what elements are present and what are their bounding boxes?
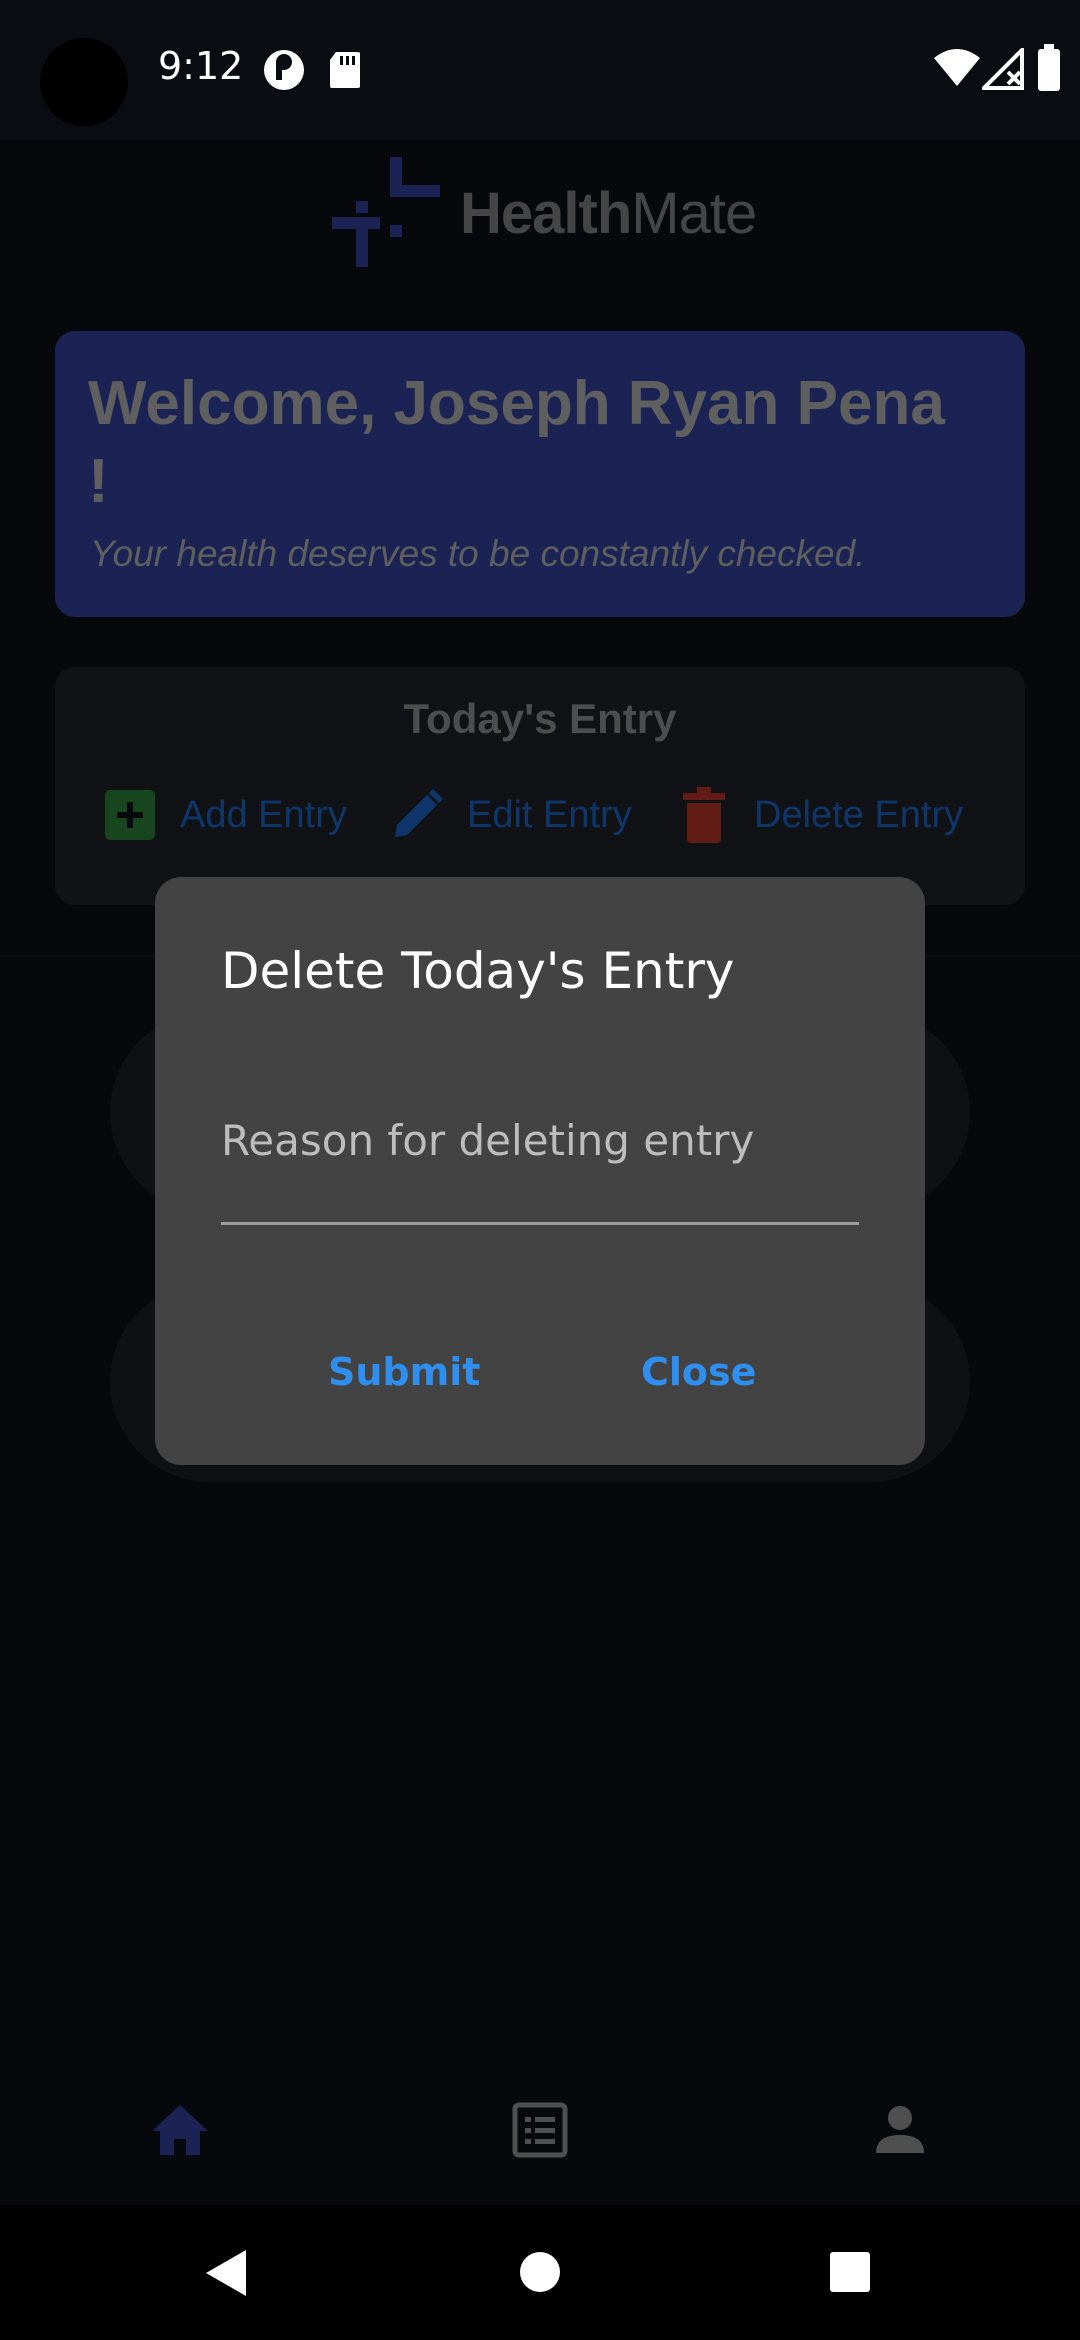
dialog-title: Delete Today's Entry xyxy=(221,942,735,1000)
close-button[interactable]: Close xyxy=(641,1350,756,1394)
back-icon[interactable] xyxy=(204,2248,248,2298)
battery-icon xyxy=(1038,44,1060,91)
status-time: 9:12 xyxy=(158,44,244,88)
reason-input[interactable] xyxy=(221,1110,859,1170)
no-signal-icon xyxy=(982,48,1024,90)
home-circle-icon[interactable] xyxy=(518,2250,562,2294)
sd-card-icon xyxy=(330,52,360,88)
wifi-icon xyxy=(934,49,980,86)
pocket-casts-icon xyxy=(264,50,304,90)
camera-cutout xyxy=(40,38,128,126)
submit-button[interactable]: Submit xyxy=(328,1350,480,1394)
recents-icon[interactable] xyxy=(828,2250,872,2294)
reason-input-underline xyxy=(221,1222,859,1225)
